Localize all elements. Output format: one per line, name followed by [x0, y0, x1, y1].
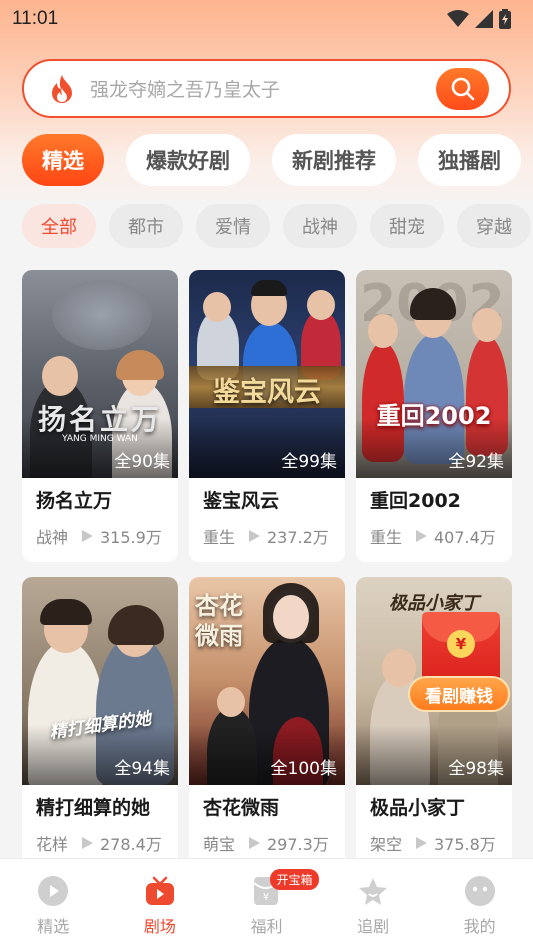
- drama-poster: 鉴宝风云 全99集: [189, 270, 345, 478]
- tab-exclusive[interactable]: 独播剧: [418, 134, 521, 186]
- drama-genre: 花样: [36, 835, 69, 854]
- drama-grid: 扬名立万 YANG MING WAN 全90集 扬名立万 战神 315.9万 鉴…: [22, 270, 512, 869]
- filter-war-god[interactable]: 战神: [283, 204, 357, 248]
- play-count-icon: [247, 529, 261, 543]
- treasure-box-badge: 开宝箱: [270, 869, 319, 890]
- episode-count: 全90集: [114, 452, 170, 472]
- drama-title: 精打细算的她: [36, 797, 151, 819]
- episode-count: 全99集: [281, 452, 337, 472]
- flame-icon: [48, 74, 78, 104]
- drama-views: 407.4万: [434, 528, 496, 547]
- drama-genre: 战神: [36, 528, 69, 547]
- filter-urban[interactable]: 都市: [109, 204, 183, 248]
- play-count-icon: [247, 836, 261, 850]
- nav-profile[interactable]: 我的: [440, 875, 520, 937]
- star-icon: [357, 875, 389, 907]
- drama-views: 315.9万: [100, 528, 162, 547]
- drama-title: 重回2002: [370, 490, 461, 512]
- drama-poster: 精打细算的她 全94集: [22, 577, 178, 785]
- genre-filters: 全部 都市 爱情 战神 甜宠 穿越: [22, 204, 533, 248]
- drama-views: 375.8万: [434, 835, 496, 854]
- drama-poster: 2002 重回2002 全92集: [356, 270, 512, 478]
- drama-genre: 萌宝: [203, 835, 236, 854]
- tab-hot-dramas[interactable]: 爆款好剧: [126, 134, 250, 186]
- filter-time-travel[interactable]: 穿越: [457, 204, 531, 248]
- drama-title: 杏花微雨: [203, 797, 280, 819]
- drama-meta: 花样 278.4万: [36, 831, 176, 855]
- tab-new-dramas[interactable]: 新剧推荐: [272, 134, 396, 186]
- drama-meta: 架空 375.8万: [370, 831, 510, 855]
- nav-label: 福利: [250, 917, 283, 936]
- nav-theater[interactable]: 剧场: [120, 875, 200, 937]
- drama-genre: 重生: [203, 528, 236, 547]
- drama-card[interactable]: 杏花微雨 全100集 杏花微雨 萌宝 297.3万: [189, 577, 345, 869]
- drama-card[interactable]: 精打细算的她 全94集 精打细算的她 花样 278.4万: [22, 577, 178, 869]
- search-button[interactable]: [436, 67, 489, 110]
- wifi-icon: [447, 10, 469, 27]
- drama-views: 297.3万: [267, 835, 329, 854]
- drama-card[interactable]: 扬名立万 YANG MING WAN 全90集 扬名立万 战神 315.9万: [22, 270, 178, 562]
- nav-featured[interactable]: 精选: [13, 875, 93, 937]
- drama-views: 278.4万: [100, 835, 162, 854]
- poster-title: 杏花微雨: [195, 592, 243, 650]
- play-count-icon: [80, 529, 94, 543]
- drama-card[interactable]: 2002 重回2002 全92集 重回2002 重生 407.4万: [356, 270, 512, 562]
- search-input[interactable]: 强龙夺嫡之吾乃皇太子: [90, 75, 436, 102]
- episode-count: 全100集: [270, 759, 337, 779]
- nav-welfare[interactable]: ¥ 开宝箱 福利: [226, 869, 319, 937]
- play-count-icon: [80, 836, 94, 850]
- filter-all[interactable]: 全部: [22, 204, 96, 248]
- drama-poster: 杏花微雨 全100集: [189, 577, 345, 785]
- svg-text:¥: ¥: [263, 892, 269, 903]
- drama-card[interactable]: 鉴宝风云 全99集 鉴宝风云 重生 237.2万: [189, 270, 345, 562]
- nav-label: 剧场: [143, 917, 176, 936]
- coin-icon: ¥: [447, 630, 475, 658]
- category-tabs: 精选 爆款好剧 新剧推荐 独播剧: [22, 134, 533, 186]
- watch-earn-label: 看剧赚钱: [408, 676, 510, 712]
- cellular-signal-icon: [475, 10, 493, 28]
- drama-meta: 战神 315.9万: [36, 524, 176, 548]
- drama-title: 鉴宝风云: [203, 490, 280, 512]
- search-icon: [451, 77, 474, 100]
- drama-meta: 萌宝 297.3万: [203, 831, 343, 855]
- search-bar[interactable]: 强龙夺嫡之吾乃皇太子: [22, 59, 511, 118]
- filter-romance[interactable]: 爱情: [196, 204, 270, 248]
- drama-genre: 架空: [370, 835, 403, 854]
- tab-featured[interactable]: 精选: [22, 134, 104, 186]
- nav-label: 追剧: [357, 917, 390, 936]
- status-time: 11:01: [12, 8, 59, 29]
- poster-title: 鉴宝风云: [213, 377, 321, 408]
- tv-icon: [144, 875, 176, 907]
- nav-label: 我的: [463, 917, 496, 936]
- filter-sweet[interactable]: 甜宠: [370, 204, 444, 248]
- play-count-icon: [414, 836, 428, 850]
- drama-title: 极品小家丁: [370, 797, 466, 819]
- nav-following[interactable]: 追剧: [333, 875, 413, 937]
- poster-title: 扬名立万: [37, 403, 162, 436]
- poster-subtitle: YANG MING WAN: [62, 434, 138, 444]
- play-circle-icon: [37, 875, 69, 907]
- drama-title: 扬名立万: [36, 490, 113, 512]
- poster-title: 重回2002: [376, 402, 492, 430]
- status-icons: [447, 9, 511, 29]
- drama-views: 237.2万: [267, 528, 329, 547]
- drama-meta: 重生 237.2万: [203, 524, 343, 548]
- episode-count: 全98集: [448, 759, 504, 779]
- bottom-nav: 精选 剧场 ¥ 开宝箱 福利 追剧 我的: [0, 858, 533, 948]
- drama-genre: 重生: [370, 528, 403, 547]
- episode-count: 全92集: [448, 452, 504, 472]
- drama-poster: 扬名立万 YANG MING WAN 全90集: [22, 270, 178, 478]
- status-bar: 11:01: [0, 0, 533, 38]
- episode-count: 全94集: [114, 759, 170, 779]
- watch-earn-red-packet[interactable]: ¥ 看剧赚钱: [408, 612, 510, 716]
- drama-meta: 重生 407.4万: [370, 524, 510, 548]
- battery-icon: [499, 9, 511, 29]
- profile-face-icon: [464, 875, 496, 907]
- nav-label: 精选: [37, 917, 70, 936]
- play-count-icon: [414, 529, 428, 543]
